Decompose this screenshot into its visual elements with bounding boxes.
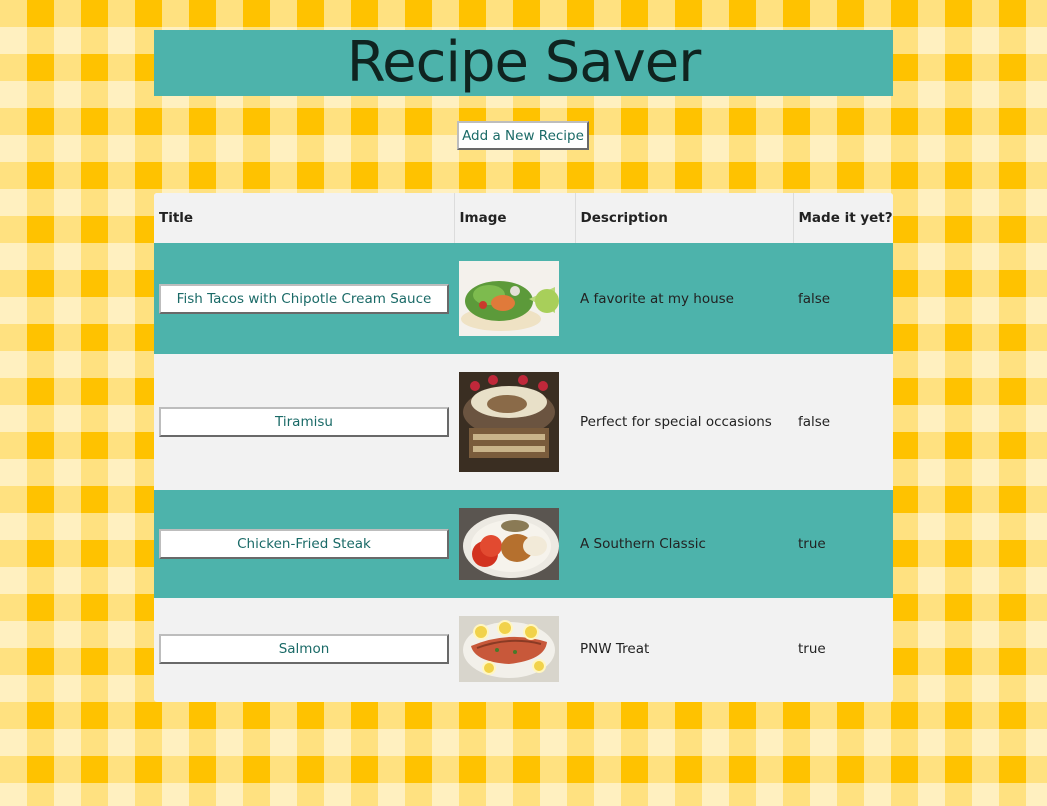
made-cell: true bbox=[793, 598, 893, 700]
table-row: Tiramisu Perfect for special occasions f… bbox=[154, 354, 893, 490]
add-recipe-button[interactable]: Add a New Recipe bbox=[457, 121, 589, 150]
recipe-title-button[interactable]: Fish Tacos with Chipotle Cream Sauce bbox=[159, 283, 449, 314]
made-cell: false bbox=[793, 354, 893, 490]
image-cell bbox=[454, 354, 575, 490]
recipe-title-button[interactable]: Tiramisu bbox=[159, 407, 449, 437]
table-row: Salmon PNW Treat true bbox=[154, 598, 893, 700]
made-cell: false bbox=[793, 243, 893, 354]
image-cell bbox=[454, 243, 575, 354]
column-header-description: Description bbox=[574, 193, 793, 243]
recipe-table: Title Image Description Made it yet? Fis… bbox=[154, 193, 893, 702]
title-cell: Tiramisu bbox=[154, 354, 454, 490]
description-cell: Perfect for special occasions bbox=[575, 354, 793, 490]
title-cell: Chicken-Fried Steak bbox=[154, 490, 454, 598]
title-cell: Salmon bbox=[154, 598, 454, 700]
recipe-title-button[interactable]: Chicken-Fried Steak bbox=[159, 529, 449, 559]
image-cell bbox=[454, 598, 575, 700]
made-cell: true bbox=[793, 490, 893, 598]
recipe-title-button[interactable]: Salmon bbox=[159, 634, 449, 664]
column-header-image: Image bbox=[453, 193, 575, 243]
tiramisu-photo bbox=[459, 372, 559, 472]
description-cell: A favorite at my house bbox=[575, 243, 793, 354]
table-row: Fish Tacos with Chipotle Cream Sauce A f… bbox=[154, 243, 893, 354]
title-cell: Fish Tacos with Chipotle Cream Sauce bbox=[154, 243, 454, 354]
column-header-made: Made it yet? bbox=[792, 193, 893, 243]
page-title: Recipe Saver bbox=[346, 30, 701, 95]
column-header-title: Title bbox=[154, 193, 454, 243]
page-header: Recipe Saver bbox=[154, 30, 893, 96]
description-cell: A Southern Classic bbox=[575, 490, 793, 598]
chicken-fried-steak-photo bbox=[459, 508, 559, 580]
image-cell bbox=[454, 490, 575, 598]
description-cell: PNW Treat bbox=[575, 598, 793, 700]
table-header-row: Title Image Description Made it yet? bbox=[154, 193, 893, 243]
fish-tacos-photo bbox=[459, 261, 559, 336]
table-row: Chicken-Fried Steak A Southern Classic t… bbox=[154, 490, 893, 598]
salmon-photo bbox=[459, 616, 559, 682]
